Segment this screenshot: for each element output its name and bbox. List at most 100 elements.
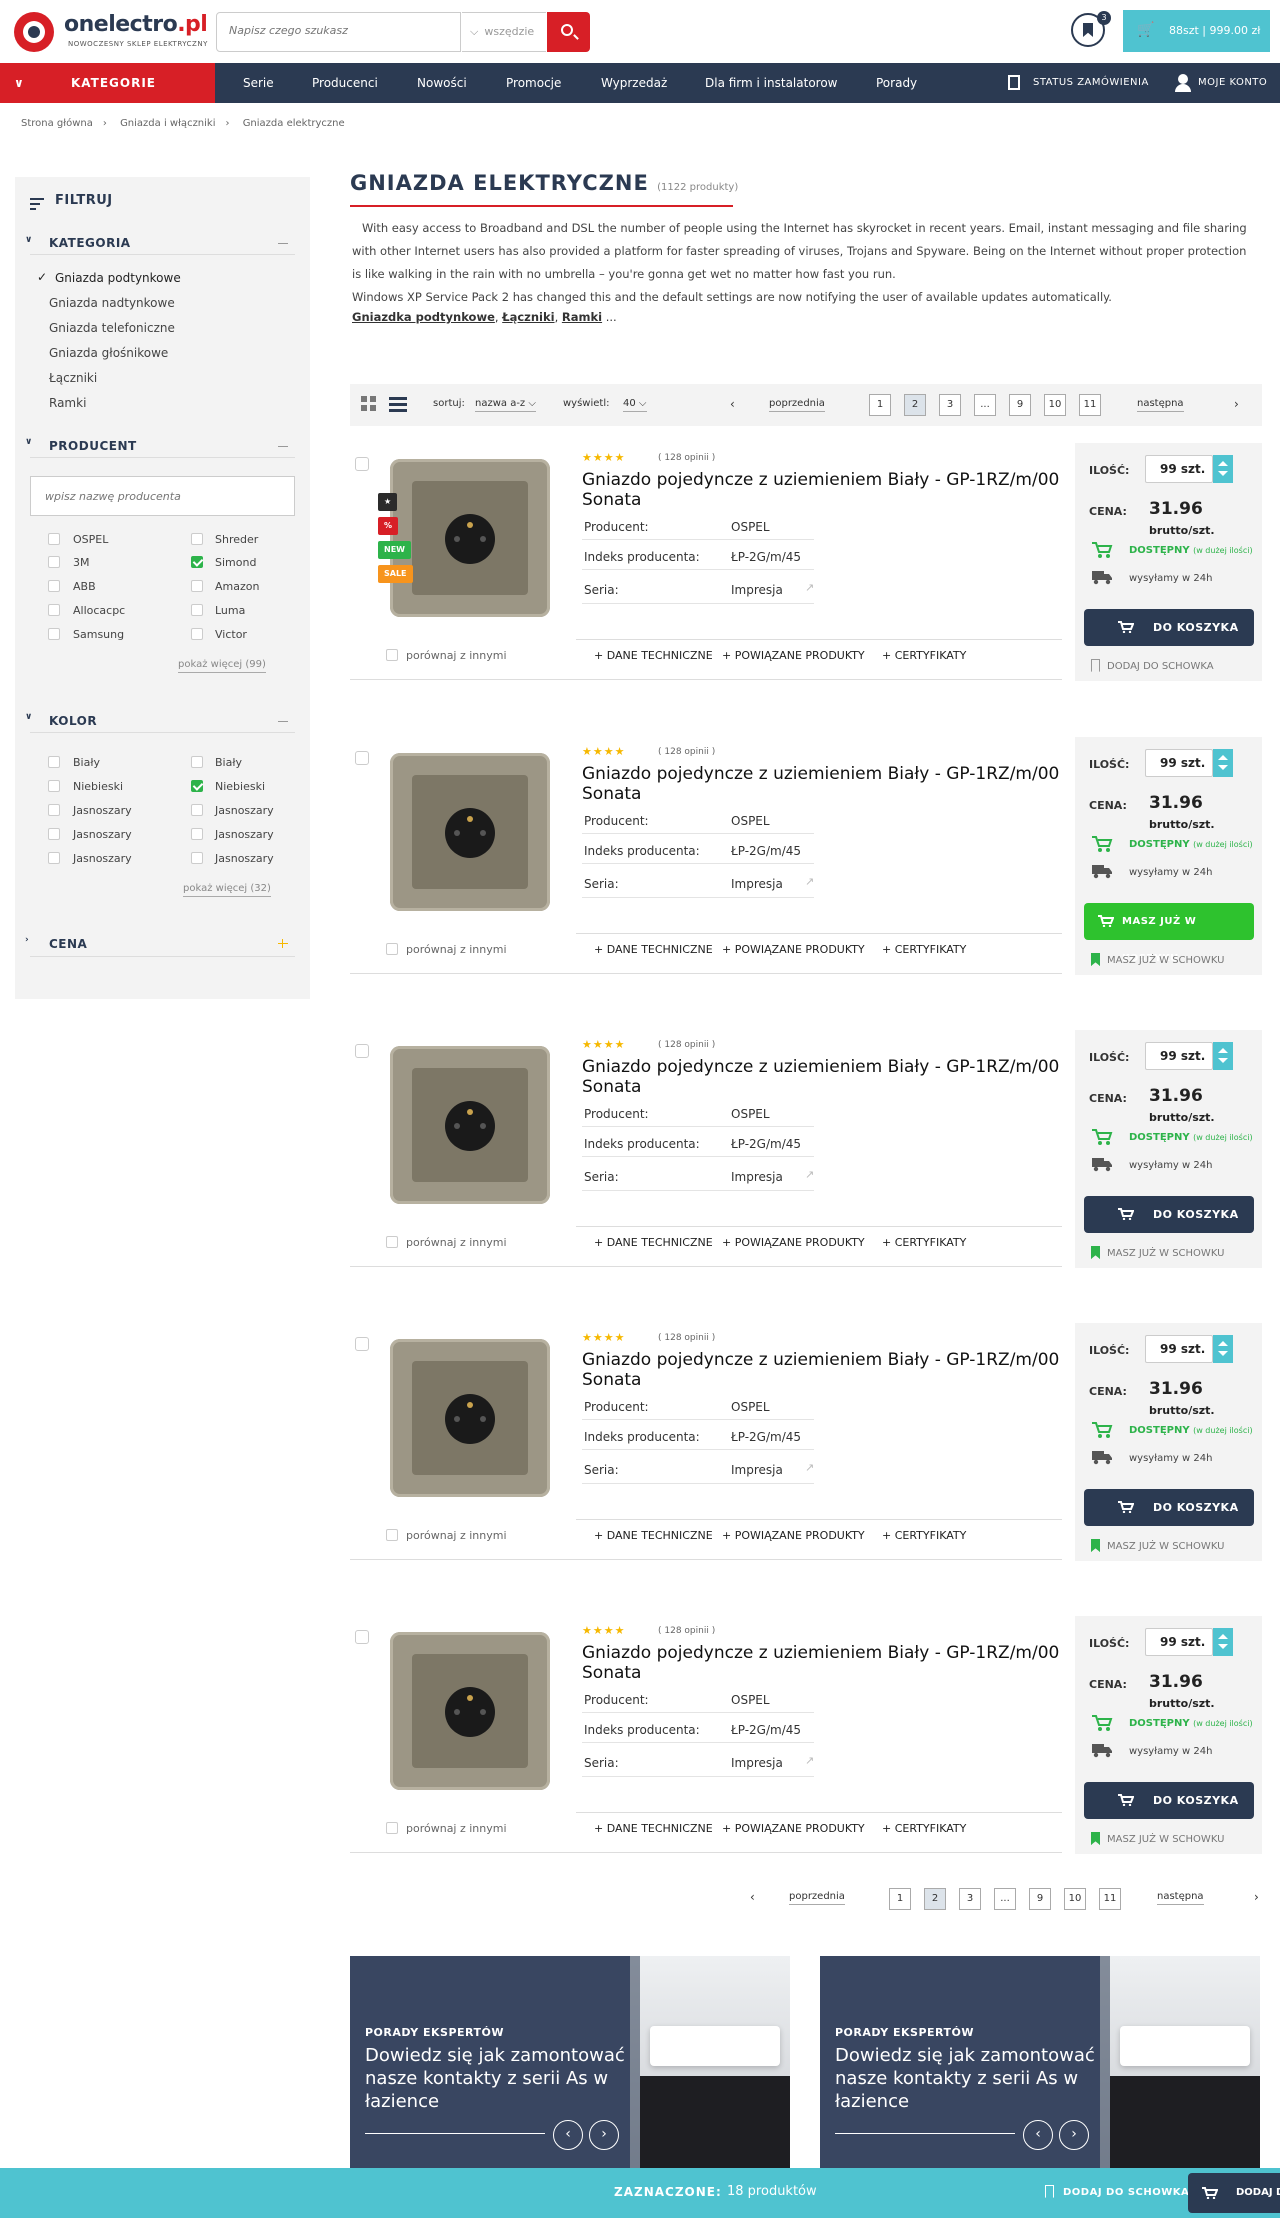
nav-item-dla-firm[interactable]: Dla firm i instalatorow — [705, 63, 838, 103]
breadcrumb-item[interactable]: Gniazda i włączniki — [120, 118, 215, 129]
review-count[interactable]: ( 128 opinii ) — [658, 1626, 715, 1636]
series-value[interactable]: Impresja — [731, 1170, 783, 1184]
related-products-link[interactable]: + POWIĄZANE PRODUKTY — [722, 1529, 865, 1542]
quantity-stepper[interactable] — [1213, 1628, 1233, 1656]
external-link-icon[interactable]: ↗ — [805, 1461, 814, 1474]
page-link-current[interactable]: 2 — [924, 1888, 946, 1910]
quantity-input[interactable]: 99 szt. — [1145, 749, 1213, 777]
color-checkbox-checked[interactable] — [191, 780, 203, 792]
tech-data-link[interactable]: + DANE TECHNICZNE — [594, 1529, 713, 1542]
product-title[interactable]: Gniazdo pojedyncze z uziemieniem Biały -… — [582, 1643, 1102, 1683]
wishlist-button[interactable]: 3 — [1071, 11, 1111, 47]
related-products-link[interactable]: + POWIĄZANE PRODUKTY — [722, 943, 865, 956]
product-image[interactable] — [390, 1046, 550, 1204]
external-link-icon[interactable]: ↗ — [805, 581, 814, 594]
collapse-icon[interactable] — [278, 243, 288, 244]
select-product-checkbox[interactable] — [355, 457, 369, 471]
tech-data-link[interactable]: + DANE TECHNICZNE — [594, 649, 713, 662]
series-value[interactable]: Impresja — [731, 1463, 783, 1477]
quantity-stepper[interactable] — [1213, 1335, 1233, 1363]
select-product-checkbox[interactable] — [355, 1337, 369, 1351]
wishlist-link[interactable]: MASZ JUŻ W SCHOWKU — [1091, 1832, 1224, 1845]
producer-checkbox[interactable] — [48, 628, 60, 640]
color-checkbox[interactable] — [191, 804, 203, 816]
color-checkbox[interactable] — [48, 828, 60, 840]
category-item[interactable]: Łączniki — [49, 371, 97, 385]
category-item[interactable]: Gniazda podtynkowe — [55, 271, 181, 285]
next-arrow-icon[interactable]: › — [589, 2120, 619, 2150]
nav-item-porady[interactable]: Porady — [876, 63, 917, 103]
add-to-cart-button[interactable]: DO KOSZYKA — [1084, 1196, 1254, 1233]
category-item[interactable]: Gniazda nadtynkowe — [49, 296, 175, 310]
producer-search-input[interactable] — [30, 476, 295, 516]
certificates-link[interactable]: + CERTYFIKATY — [882, 943, 966, 956]
bulk-wishlist-button[interactable]: DODAJ DO SCHOWKA — [1063, 2187, 1189, 2198]
tech-data-link[interactable]: + DANE TECHNICZNE — [594, 1822, 713, 1835]
wishlist-link[interactable]: DODAJ DO SCHOWKA — [1091, 659, 1214, 672]
series-value[interactable]: Impresja — [731, 1756, 783, 1770]
prev-page-link[interactable]: poprzednia — [769, 398, 825, 412]
collapse-icon[interactable] — [278, 721, 288, 722]
product-image[interactable] — [390, 753, 550, 911]
producer-checkbox[interactable] — [48, 533, 60, 545]
search-button[interactable] — [547, 12, 590, 52]
external-link-icon[interactable]: ↗ — [805, 1754, 814, 1767]
color-checkbox[interactable] — [48, 756, 60, 768]
page-link[interactable]: 11 — [1099, 1888, 1121, 1910]
product-title[interactable]: Gniazdo pojedyncze z uziemieniem Biały -… — [582, 470, 1102, 510]
page-link[interactable]: 1 — [869, 394, 891, 416]
page-link[interactable]: 9 — [1009, 394, 1031, 416]
subcategory-link[interactable]: Gniazdka podtynkowe — [352, 310, 495, 324]
compare-checkbox[interactable] — [386, 1529, 398, 1541]
review-count[interactable]: ( 128 opinii ) — [658, 747, 715, 757]
category-item[interactable]: Ramki — [49, 396, 86, 410]
bulk-add-to-cart-button[interactable]: DODAJ DO KOSZYKA — [1188, 2173, 1280, 2213]
compare-checkbox[interactable] — [386, 943, 398, 955]
subcategory-link[interactable]: Łączniki — [502, 310, 554, 324]
per-page-select[interactable]: 40 ⌵ — [623, 398, 647, 412]
prev-arrow-icon[interactable]: ‹ — [1023, 2120, 1053, 2150]
producer-checkbox[interactable] — [191, 580, 203, 592]
nav-item-wyprzedaz[interactable]: Wyprzedaż — [601, 63, 667, 103]
tech-data-link[interactable]: + DANE TECHNICZNE — [594, 1236, 713, 1249]
cart-button[interactable]: 🛒 88szt | 999.00 zł — [1123, 10, 1270, 52]
search-input[interactable] — [229, 24, 449, 37]
producer-checkbox[interactable] — [48, 580, 60, 592]
quantity-input[interactable]: 99 szt. — [1145, 1042, 1213, 1070]
review-count[interactable]: ( 128 opinii ) — [658, 453, 715, 463]
producer-checkbox[interactable] — [191, 533, 203, 545]
compare-option[interactable]: porównaj z innymi — [386, 943, 507, 956]
category-item[interactable]: Gniazda głośnikowe — [49, 346, 168, 360]
logo[interactable]: onelectro.pl NOWOCZESNY SKLEP ELEKTRYCZN… — [14, 12, 224, 56]
compare-option[interactable]: porównaj z innymi — [386, 649, 507, 662]
show-more-colors[interactable]: pokaż więcej (32) — [183, 883, 271, 897]
breadcrumb-item[interactable]: Gniazda elektryczne — [243, 118, 345, 129]
product-image[interactable] — [390, 459, 550, 617]
color-checkbox[interactable] — [191, 828, 203, 840]
review-count[interactable]: ( 128 opinii ) — [658, 1040, 715, 1050]
color-checkbox[interactable] — [48, 804, 60, 816]
quantity-stepper[interactable] — [1213, 455, 1233, 483]
color-checkbox[interactable] — [191, 756, 203, 768]
page-link[interactable]: 3 — [959, 1888, 981, 1910]
certificates-link[interactable]: + CERTYFIKATY — [882, 649, 966, 662]
color-checkbox[interactable] — [191, 852, 203, 864]
page-link[interactable]: 10 — [1064, 1888, 1086, 1910]
nav-item-serie[interactable]: Serie — [243, 63, 274, 103]
order-status-link[interactable]: STATUS ZAMÓWIENIA — [1033, 63, 1149, 103]
categories-button[interactable]: ∨ KATEGORIE — [0, 63, 215, 103]
breadcrumb-item[interactable]: Strona główna — [21, 118, 93, 129]
compare-checkbox[interactable] — [386, 1236, 398, 1248]
page-link[interactable]: 3 — [939, 394, 961, 416]
related-products-link[interactable]: + POWIĄZANE PRODUKTY — [722, 1236, 865, 1249]
nav-item-promocje[interactable]: Promocje — [506, 63, 561, 103]
search-scope-select[interactable]: ⌵ wszędzie — [462, 12, 546, 52]
color-section-title[interactable]: KOLOR — [49, 714, 97, 728]
page-link[interactable]: 11 — [1079, 394, 1101, 416]
chevron-left-icon[interactable]: ‹ — [750, 1890, 755, 1904]
select-product-checkbox[interactable] — [355, 1630, 369, 1644]
list-view-icon[interactable] — [350, 384, 410, 426]
quantity-input[interactable]: 99 szt. — [1145, 1335, 1213, 1363]
color-checkbox[interactable] — [48, 780, 60, 792]
page-link[interactable]: 10 — [1044, 394, 1066, 416]
